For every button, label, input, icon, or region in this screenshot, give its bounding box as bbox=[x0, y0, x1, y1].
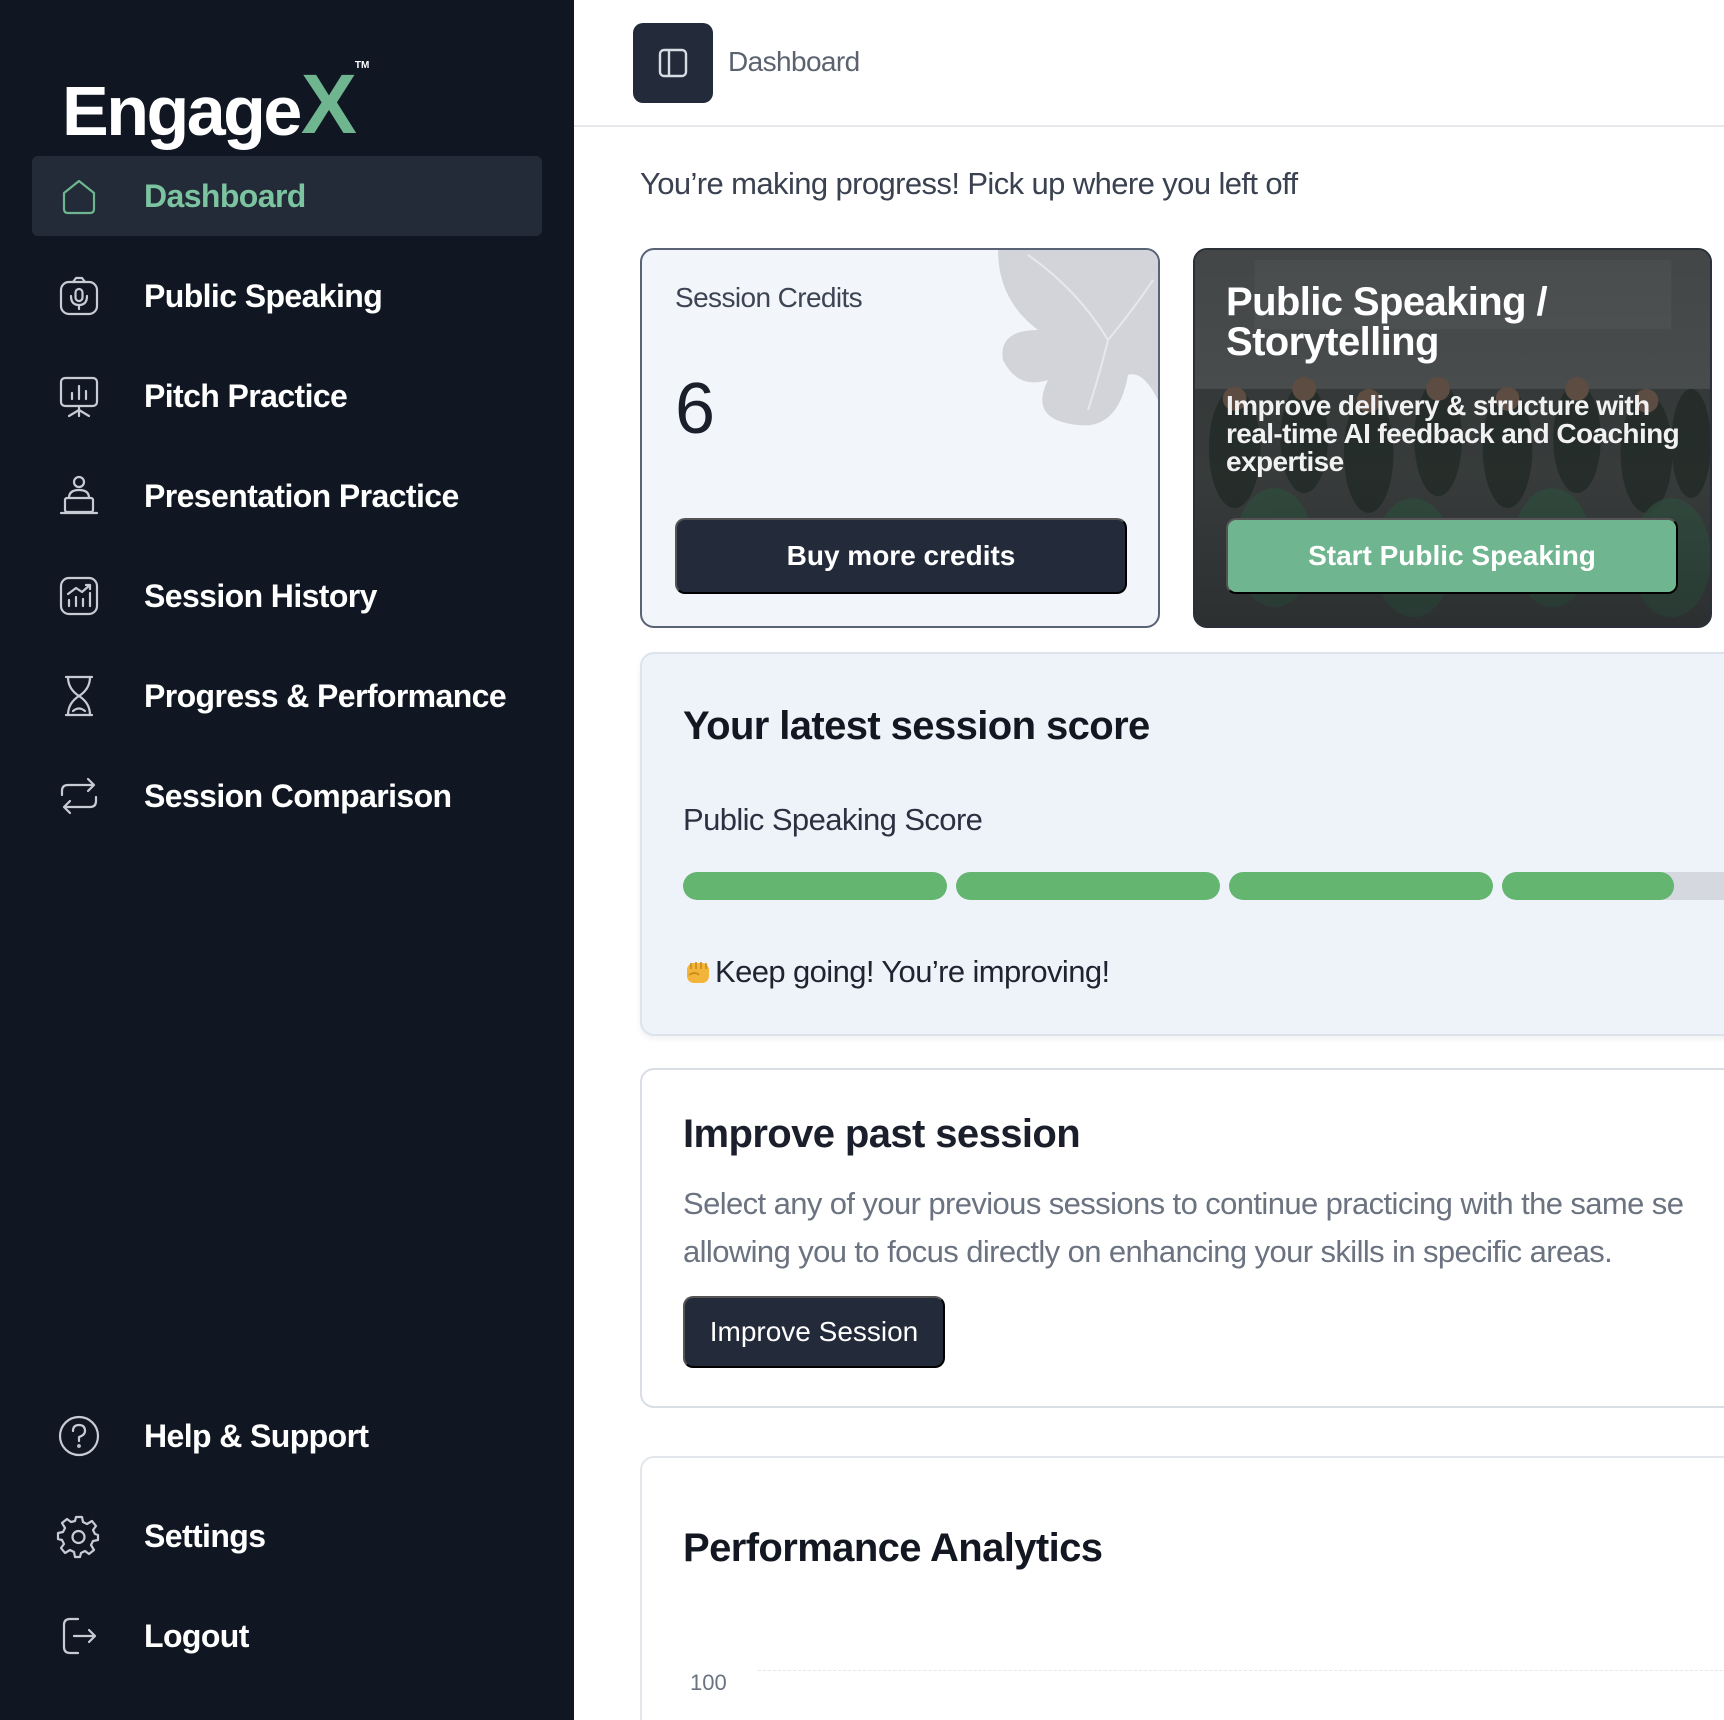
score-segment bbox=[956, 872, 1220, 900]
sidebar-item-label: Progress & Performance bbox=[144, 677, 507, 714]
score-heading: Your latest session score bbox=[683, 704, 1150, 748]
sidebar-item-label: Settings bbox=[144, 1517, 266, 1554]
sidebar-item-logout[interactable]: Logout bbox=[32, 1596, 542, 1676]
public-speaking-card: Public Speaking / Storytelling Improve d… bbox=[1193, 248, 1712, 628]
improve-session-button[interactable]: Improve Session bbox=[683, 1296, 945, 1368]
score-progress-bar bbox=[683, 872, 1724, 900]
score-segment bbox=[683, 872, 947, 900]
sidebar-item-label: Presentation Practice bbox=[144, 477, 459, 514]
logout-icon bbox=[56, 1613, 102, 1659]
decorative-shape-icon bbox=[998, 250, 1158, 426]
sidebar-item-session-history[interactable]: Session History bbox=[32, 556, 542, 636]
sidebar-item-label: Logout bbox=[144, 1617, 249, 1654]
sidebar-item-label: Session Comparison bbox=[144, 777, 452, 814]
analytics-heading: Performance Analytics bbox=[683, 1526, 1103, 1570]
improve-description: Select any of your previous sessions to … bbox=[683, 1180, 1684, 1276]
credits-value: 6 bbox=[675, 369, 716, 449]
chart-history-icon bbox=[56, 573, 102, 619]
improve-description-line1: Select any of your previous sessions to … bbox=[683, 1186, 1684, 1221]
latest-session-score-card: Your latest session score Public Speakin… bbox=[640, 652, 1724, 1036]
sidebar-item-help-support[interactable]: Help & Support bbox=[32, 1396, 542, 1476]
sidebar: Engage X TM Dashboard Public Speaking Pitc… bbox=[0, 0, 574, 1720]
score-segment bbox=[1502, 872, 1724, 900]
improve-description-line2: allowing you to focus directly on enhanc… bbox=[683, 1234, 1613, 1269]
home-icon bbox=[56, 173, 102, 219]
sidebar-item-progress-performance[interactable]: Progress & Performance bbox=[32, 656, 542, 736]
grid-line bbox=[758, 1670, 1724, 1671]
session-credits-card: Session Credits 6 Buy more credits bbox=[640, 248, 1160, 628]
sidebar-item-settings[interactable]: Settings bbox=[32, 1496, 542, 1576]
presentation-board-icon bbox=[56, 373, 102, 419]
sidebar-toggle-button[interactable] bbox=[633, 23, 713, 103]
top-header: Dashboard bbox=[574, 0, 1724, 127]
logo-trademark: TM bbox=[354, 60, 370, 71]
buy-more-credits-button[interactable]: Buy more credits bbox=[675, 518, 1127, 594]
public-speaking-description: Improve delivery & structure with real-t… bbox=[1226, 390, 1680, 477]
sidebar-item-pitch-practice[interactable]: Pitch Practice bbox=[32, 356, 542, 436]
sidebar-item-label: Session History bbox=[144, 577, 377, 614]
hourglass-icon bbox=[56, 673, 102, 719]
sidebar-item-label: Pitch Practice bbox=[144, 377, 348, 414]
sidebar-item-public-speaking[interactable]: Public Speaking bbox=[32, 256, 542, 336]
sidebar-item-dashboard[interactable]: Dashboard bbox=[32, 156, 542, 236]
gear-icon bbox=[56, 1513, 102, 1559]
score-segment-fill bbox=[683, 872, 947, 900]
improve-past-session-card: Improve past session Select any of your … bbox=[640, 1068, 1724, 1408]
improve-heading: Improve past session bbox=[683, 1112, 1081, 1156]
help-circle-icon bbox=[56, 1413, 102, 1459]
presenter-icon bbox=[56, 473, 102, 519]
sidebar-item-presentation-practice[interactable]: Presentation Practice bbox=[32, 456, 542, 536]
score-subheading: Public Speaking Score bbox=[683, 802, 983, 837]
logo-accent: X bbox=[300, 57, 357, 151]
sidebar-item-label: Dashboard bbox=[144, 177, 306, 214]
score-segment-fill bbox=[1502, 872, 1674, 900]
logo-text: Engage bbox=[62, 72, 302, 150]
breadcrumb[interactable]: Dashboard bbox=[728, 46, 860, 78]
sidebar-item-session-comparison[interactable]: Session Comparison bbox=[32, 756, 542, 836]
score-segment-fill bbox=[956, 872, 1220, 900]
repeat-icon bbox=[56, 773, 102, 819]
performance-analytics-card: Performance Analytics 100 bbox=[640, 1456, 1724, 1720]
score-encouragement: Keep going! You’re improving! bbox=[683, 954, 1110, 990]
score-note-text: Keep going! You’re improving! bbox=[715, 954, 1110, 989]
raised-fist-icon bbox=[687, 962, 709, 983]
sidebar-toggle-icon bbox=[658, 48, 688, 78]
public-speaking-title: Public Speaking / Storytelling bbox=[1226, 280, 1548, 364]
sidebar-item-label: Public Speaking bbox=[144, 277, 383, 314]
engagex-logo[interactable]: Engage X TM bbox=[62, 56, 369, 146]
credits-title: Session Credits bbox=[675, 282, 863, 313]
score-segment bbox=[1229, 872, 1493, 900]
microphone-icon bbox=[56, 273, 102, 319]
y-axis-tick: 100 bbox=[690, 1670, 727, 1695]
score-segment-fill bbox=[1229, 872, 1493, 900]
sidebar-item-label: Help & Support bbox=[144, 1417, 369, 1454]
start-public-speaking-button[interactable]: Start Public Speaking bbox=[1226, 518, 1678, 594]
progress-message: You’re making progress! Pick up where yo… bbox=[640, 166, 1298, 201]
